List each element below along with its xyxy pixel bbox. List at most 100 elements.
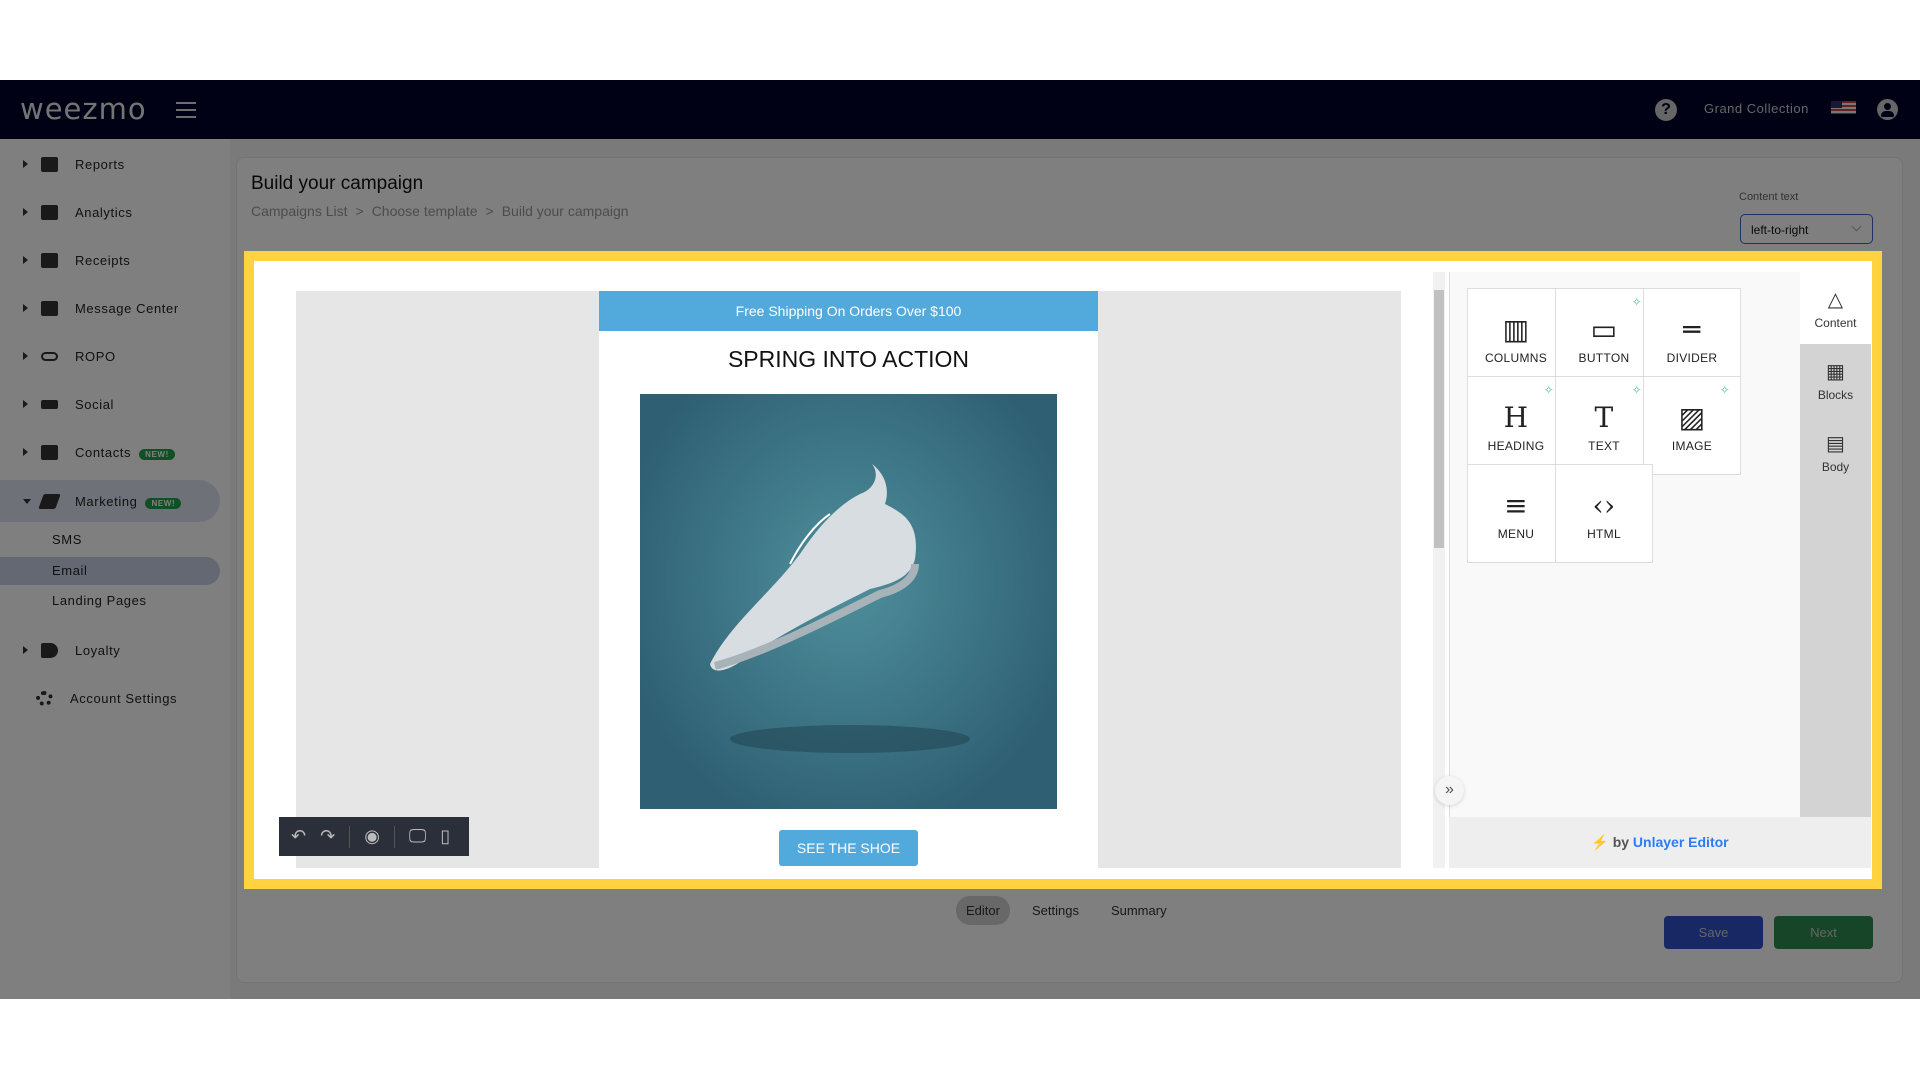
crumb-campaigns-list[interactable]: Campaigns List [251,203,348,219]
tool-button[interactable]: ✧ ▭ BUTTON [1555,288,1653,387]
tab-editor[interactable]: Editor [956,896,1010,925]
see-the-shoe-button[interactable]: SEE THE SHOE [779,830,918,866]
tool-divider[interactable]: ═ DIVIDER [1643,288,1741,387]
gear-icon [36,690,53,706]
us-flag-icon[interactable] [1831,101,1856,114]
top-nav: weezmo ? Grand Collection [0,80,1920,139]
save-button[interactable]: Save [1664,916,1763,949]
caret-icon [23,352,28,360]
label: TEXT [1588,439,1620,453]
tab-body[interactable]: ▤ Body [1800,416,1871,488]
user-icon[interactable] [1877,99,1898,120]
org-name[interactable]: Grand Collection [1704,101,1809,116]
shipping-banner[interactable]: Free Shipping On Orders Over $100 [599,291,1098,331]
caret-down-icon [23,498,31,504]
label: Content [1814,315,1857,330]
sidebar-item-receipts[interactable]: Receipts [0,240,220,280]
logo: weezmo [20,92,147,126]
sidebar-item-message-center[interactable]: Message Center [0,288,220,328]
tool-html[interactable]: ‹› HTML [1555,464,1653,563]
ai-sparkle-icon: ✧ [1631,383,1642,397]
scrollbar-thumb[interactable] [1434,290,1444,548]
image-icon: ▨ [1678,401,1706,434]
content-text-select[interactable]: left-to-right [1740,214,1873,244]
sidebar-item-loyalty[interactable]: Loyalty [0,630,220,670]
tool-text[interactable]: ✧ T TEXT [1555,376,1653,475]
tab-blocks[interactable]: ▦ Blocks [1800,344,1871,416]
label: Blocks [1817,387,1854,402]
label: COLUMNS [1484,351,1548,365]
ai-sparkle-icon: ✧ [1631,295,1642,309]
label: Contacts NEW! [75,445,175,460]
crumb-choose-template[interactable]: Choose template [372,203,478,219]
desktop-icon[interactable]: 🖵 [409,826,426,847]
shoe-image[interactable] [640,394,1057,809]
receipt-icon [41,252,58,268]
editor-highlight: Free Shipping On Orders Over $100 SPRING… [244,251,1882,889]
tab-settings[interactable]: Settings [1022,896,1089,925]
email-heading[interactable]: SPRING INTO ACTION [599,346,1098,373]
label: Body [1821,459,1850,474]
label: ROPO [75,348,116,364]
bottom-tabs: Editor Settings Summary [956,896,1177,925]
unlayer-link[interactable]: Unlayer Editor [1633,834,1729,850]
label: Receipts [75,252,131,268]
mobile-icon[interactable]: ▯ [440,826,450,847]
tool-heading[interactable]: ✧ H HEADING [1467,376,1565,475]
tab-content[interactable]: △ Content [1800,272,1871,344]
label: HEADING [1487,439,1545,453]
new-badge: NEW! [145,497,182,509]
sidebar-item-social[interactable]: Social [0,384,220,424]
label: Account Settings [70,690,178,706]
sidebar-item-ropo[interactable]: ROPO [0,336,220,376]
undo-icon[interactable]: ↶ [291,826,306,847]
email-body[interactable]: Free Shipping On Orders Over $100 SPRING… [599,291,1098,868]
tag-icon [41,642,58,658]
next-button[interactable]: Next [1774,916,1873,949]
sidebar-item-account-settings[interactable]: Account Settings [0,678,220,718]
page-title: Build your campaign [251,173,424,194]
tool-menu[interactable]: ≡ MENU [1467,464,1565,563]
sidebar-sub-sms[interactable]: SMS [0,526,220,554]
button-icon: ▭ [1590,313,1618,346]
code-icon: ‹› [1592,489,1616,522]
caret-icon [23,208,28,216]
infinity-icon [41,351,58,361]
tools-panel: ▥ COLUMNS ✧ ▭ BUTTON ═ DIVIDER ✧ H HEADING ✧ T T… [1449,272,1800,817]
sidebar-sub-email[interactable]: Email [0,557,220,585]
caret-icon [23,400,28,408]
dashboard-icon [41,156,58,172]
label: Reports [75,156,125,172]
divider [349,825,351,848]
editor-toolbar: ↶ ↷ ◉ 🖵 ▯ [279,817,469,856]
menu-icon[interactable] [176,102,196,118]
label: DIVIDER [1666,351,1718,365]
redo-icon[interactable]: ↷ [320,826,335,847]
sidebar-item-marketing[interactable]: Marketing NEW! [0,480,220,522]
sidebar-item-contacts[interactable]: Contacts NEW! [0,432,220,472]
expand-panel-icon[interactable]: » [1435,776,1464,805]
label: Analytics [75,204,133,220]
label: MENU [1497,527,1535,541]
email-canvas: Free Shipping On Orders Over $100 SPRING… [296,291,1401,868]
chat-icon [41,300,58,316]
by-text: by [1612,834,1630,850]
contacts-icon [41,444,58,460]
tool-image[interactable]: ✧ ▨ IMAGE [1643,376,1741,475]
megaphone-icon [38,493,61,509]
tab-summary[interactable]: Summary [1101,896,1177,925]
content-text-label: Content text [1739,191,1799,203]
sidebar-item-reports[interactable]: Reports [0,144,220,184]
caret-icon [23,160,28,168]
caret-icon [23,646,28,654]
sidebar-sub-landing-pages[interactable]: Landing Pages [0,587,220,615]
tool-columns[interactable]: ▥ COLUMNS [1467,288,1565,387]
bolt-icon: ⚡ [1591,834,1609,850]
chart-icon [41,204,58,220]
sidebar-item-analytics[interactable]: Analytics [0,192,220,232]
caret-icon [23,304,28,312]
help-icon[interactable]: ? [1655,99,1677,121]
text-icon: T [1594,401,1614,434]
preview-eye-icon[interactable]: ◉ [364,826,380,847]
menu-icon: ≡ [1504,489,1528,522]
